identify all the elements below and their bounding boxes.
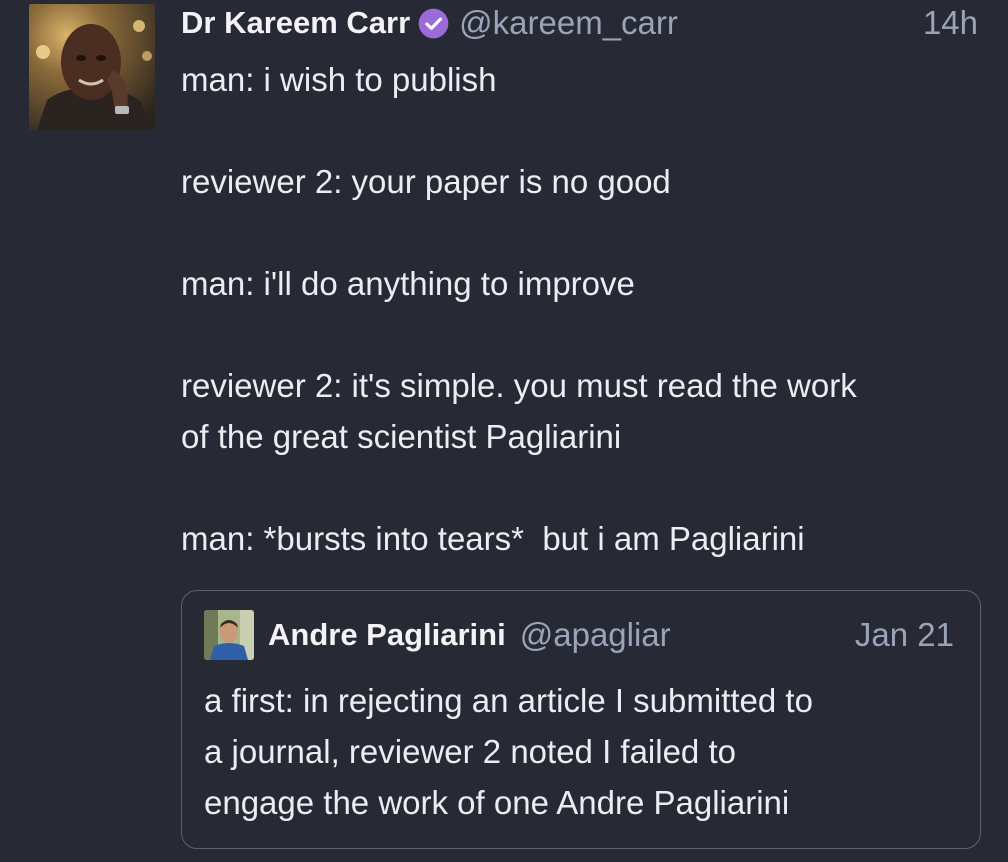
quoted-text-line: engage the work of one Andre Pagliarini [204, 784, 790, 821]
post-text-line: of the great scientist Pagliarini [181, 418, 622, 455]
post: Dr Kareem Carr @kareem_carr 14h man: i w… [0, 0, 1008, 862]
quoted-text-line: a first: in rejecting an article I submi… [204, 682, 813, 719]
quoted-text-line: a journal, reviewer 2 noted I failed to [204, 733, 736, 770]
post-timestamp[interactable]: 14h [923, 4, 978, 42]
post-text-line: man: i wish to publish [181, 61, 497, 98]
quoted-author-avatar-image [204, 610, 254, 660]
post-text-line: reviewer 2: your paper is no good [181, 163, 671, 200]
post-header: Dr Kareem Carr @kareem_carr 14h [181, 2, 978, 44]
quoted-post-header: Andre Pagliarini @apagliar Jan 21 [204, 609, 954, 661]
quoted-author-display-name[interactable]: Andre Pagliarini [268, 617, 506, 653]
author-handle[interactable]: @kareem_carr [459, 4, 678, 42]
post-text-line [181, 207, 991, 258]
post-text-line [181, 462, 991, 513]
quoted-post[interactable]: Andre Pagliarini @apagliar Jan 21 a firs… [181, 590, 981, 849]
post-text-line [181, 309, 991, 360]
quoted-author-avatar[interactable] [204, 610, 254, 660]
author-avatar[interactable] [29, 4, 155, 130]
author-avatar-image [29, 4, 155, 130]
quoted-author-handle[interactable]: @apagliar [520, 616, 671, 654]
verified-check-icon [418, 8, 449, 39]
quoted-post-body: a first: in rejecting an article I submi… [204, 675, 954, 828]
author-display-name[interactable]: Dr Kareem Carr [181, 5, 410, 41]
post-text-line: man: *bursts into tears* but i am Paglia… [181, 520, 805, 557]
post-text-line: man: i'll do anything to improve [181, 265, 635, 302]
quoted-post-timestamp[interactable]: Jan 21 [855, 616, 954, 654]
post-text-line [181, 105, 991, 156]
post-body: man: i wish to publish reviewer 2: your … [181, 54, 991, 564]
post-text-line: reviewer 2: it's simple. you must read t… [181, 367, 857, 404]
